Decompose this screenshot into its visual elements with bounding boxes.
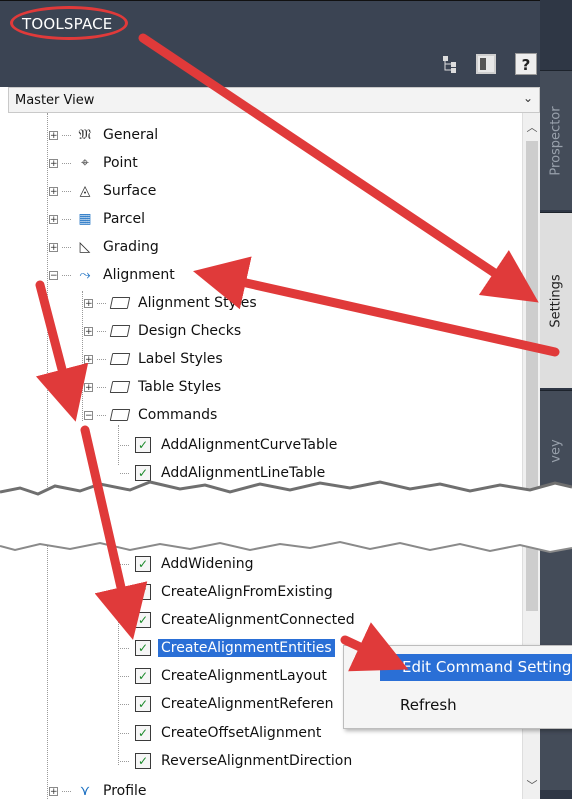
tree-label: Alignment Styles	[138, 295, 257, 311]
highlight-oval	[10, 6, 128, 40]
toolspace-window: TOOLSPACE ? Master View ⌄ + 𝔐 General + …	[0, 0, 572, 799]
expand-icon[interactable]: +	[49, 786, 58, 796]
command-check-icon: ✓	[133, 695, 153, 713]
alignment-icon: ⤳	[79, 267, 91, 283]
expand-icon[interactable]: +	[49, 130, 58, 140]
expand-icon[interactable]: +	[49, 214, 58, 224]
tree-label: AddAlignmentCurveTable	[161, 437, 338, 453]
tree-item-alignment[interactable]: − ⤳ Alignment	[49, 261, 175, 289]
tree-label: AddWidening	[161, 556, 254, 572]
folder-icon	[109, 350, 131, 368]
refresh-item[interactable]: Refresh	[400, 696, 457, 714]
command-check-icon: ✓	[133, 639, 153, 657]
tree-label: General	[103, 127, 159, 143]
tree-label: CreateAlignmentConnected	[161, 612, 355, 628]
tree-item-commands[interactable]: − Commands	[84, 401, 217, 429]
tree-item-grading[interactable]: + ◺ Grading	[49, 233, 159, 261]
expand-icon[interactable]: +	[49, 186, 58, 196]
tree-guide-line	[82, 291, 83, 421]
tree-label: Grading	[103, 239, 159, 255]
tree-label: Point	[103, 155, 138, 171]
tree-label: CreateAlignmentReferen	[161, 696, 334, 712]
tab-label: Prospector	[548, 105, 564, 176]
tree-label: Design Checks	[138, 323, 242, 339]
tree-item-profile[interactable]: + ⋎ Profile	[49, 777, 147, 799]
folder-icon	[109, 322, 131, 340]
tree-item-cmd-reverse[interactable]: ✓ ReverseAlignmentDirection	[120, 747, 352, 775]
tree-item-cmd-curve-table[interactable]: ✓ AddAlignmentCurveTable	[120, 431, 337, 459]
tree-guide-line	[118, 563, 119, 765]
tab-label: vey	[548, 439, 564, 463]
tree-label: CreateOffsetAlignment	[161, 725, 322, 741]
title-bar: TOOLSPACE	[0, 0, 540, 46]
tree-item-cmd-entities[interactable]: ✓ CreateAlignmentEntities	[120, 634, 335, 662]
tab-prospector[interactable]: Prospector	[540, 70, 572, 210]
item-view-icon[interactable]	[476, 54, 496, 74]
command-check-icon: ✓	[133, 436, 153, 454]
tree-label: Alignment	[103, 267, 175, 283]
tree-item-parcel[interactable]: + ▦ Parcel	[49, 205, 145, 233]
surface-icon: ◬	[79, 183, 91, 199]
collapse-icon[interactable]: −	[49, 270, 58, 280]
tree-item-design-checks[interactable]: + Design Checks	[84, 317, 241, 345]
torn-paper-break	[0, 480, 572, 554]
tree-item-surface[interactable]: + ◬ Surface	[49, 177, 156, 205]
tree-label: CreateAlignmentLayout	[161, 668, 327, 684]
profile-icon: ⋎	[79, 783, 91, 799]
grading-icon: ◺	[79, 239, 91, 255]
tree-label: ReverseAlignmentDirection	[161, 753, 353, 769]
tree-label: Label Styles	[138, 351, 223, 367]
scroll-up-icon[interactable]: ︿	[523, 119, 541, 135]
tab-label: Settings	[548, 273, 564, 328]
tree-item-alignment-styles[interactable]: + Alignment Styles	[84, 289, 257, 317]
tree-guide-line	[47, 113, 48, 799]
command-check-icon: ✓	[133, 583, 153, 601]
tree-item-point[interactable]: + ⌖ Point	[49, 149, 138, 177]
tree-label: Commands	[138, 407, 218, 423]
parcel-icon: ▦	[78, 211, 92, 227]
general-icon: 𝔐	[78, 127, 92, 143]
tree-label: CreateAlignFromExisting	[161, 584, 333, 600]
tab-settings[interactable]: Settings	[540, 212, 572, 388]
tree-label: Surface	[103, 183, 157, 199]
context-menu: Edit Command Setting Refresh	[343, 645, 572, 729]
point-icon: ⌖	[81, 155, 89, 171]
expand-icon[interactable]: +	[49, 242, 58, 252]
scroll-down-icon[interactable]: ﹀	[523, 777, 541, 793]
tree-item-cmd-offset[interactable]: ✓ CreateOffsetAlignment	[120, 719, 321, 747]
folder-icon	[109, 378, 131, 396]
folder-icon	[109, 294, 131, 312]
help-button[interactable]: ?	[515, 53, 537, 75]
expand-icon[interactable]: +	[49, 158, 58, 168]
chevron-down-icon[interactable]: ⌄	[523, 91, 533, 105]
edit-command-settings-item[interactable]: Edit Command Setting	[380, 654, 572, 681]
command-check-icon: ✓	[133, 752, 153, 770]
tree-label: Table Styles	[138, 379, 222, 395]
tree-label: Parcel	[103, 211, 146, 227]
tree-view-icon[interactable]	[440, 54, 460, 74]
tree-label: Profile	[103, 783, 147, 799]
collapse-icon[interactable]: −	[84, 410, 93, 420]
tree-item-table-styles[interactable]: + Table Styles	[84, 373, 221, 401]
tree-item-cmd-layout[interactable]: ✓ CreateAlignmentLayout	[120, 662, 327, 690]
tree-item-general[interactable]: + 𝔐 General	[49, 121, 158, 149]
tree-item-cmd-from-existing[interactable]: ✓ CreateAlignFromExisting	[120, 578, 333, 606]
expand-icon[interactable]: +	[84, 354, 93, 364]
folder-open-icon	[109, 406, 131, 424]
master-view-label: Master View	[15, 93, 95, 108]
expand-icon[interactable]: +	[84, 298, 93, 308]
tab-survey[interactable]: vey	[540, 390, 572, 790]
selected-tree-label: CreateAlignmentEntities	[158, 639, 335, 657]
master-view-dropdown[interactable]: Master View ⌄	[8, 87, 540, 113]
tree-item-cmd-connected[interactable]: ✓ CreateAlignmentConnected	[120, 606, 355, 634]
toolbar: ?	[0, 45, 540, 87]
command-check-icon: ✓	[133, 724, 153, 742]
tree-item-label-styles[interactable]: + Label Styles	[84, 345, 223, 373]
expand-icon[interactable]: +	[84, 382, 93, 392]
tree-guide-line	[118, 425, 119, 465]
tree-item-cmd-reference[interactable]: ✓ CreateAlignmentReferen	[120, 690, 333, 718]
command-check-icon: ✓	[133, 667, 153, 685]
command-check-icon: ✓	[133, 611, 153, 629]
expand-icon[interactable]: +	[84, 326, 93, 336]
